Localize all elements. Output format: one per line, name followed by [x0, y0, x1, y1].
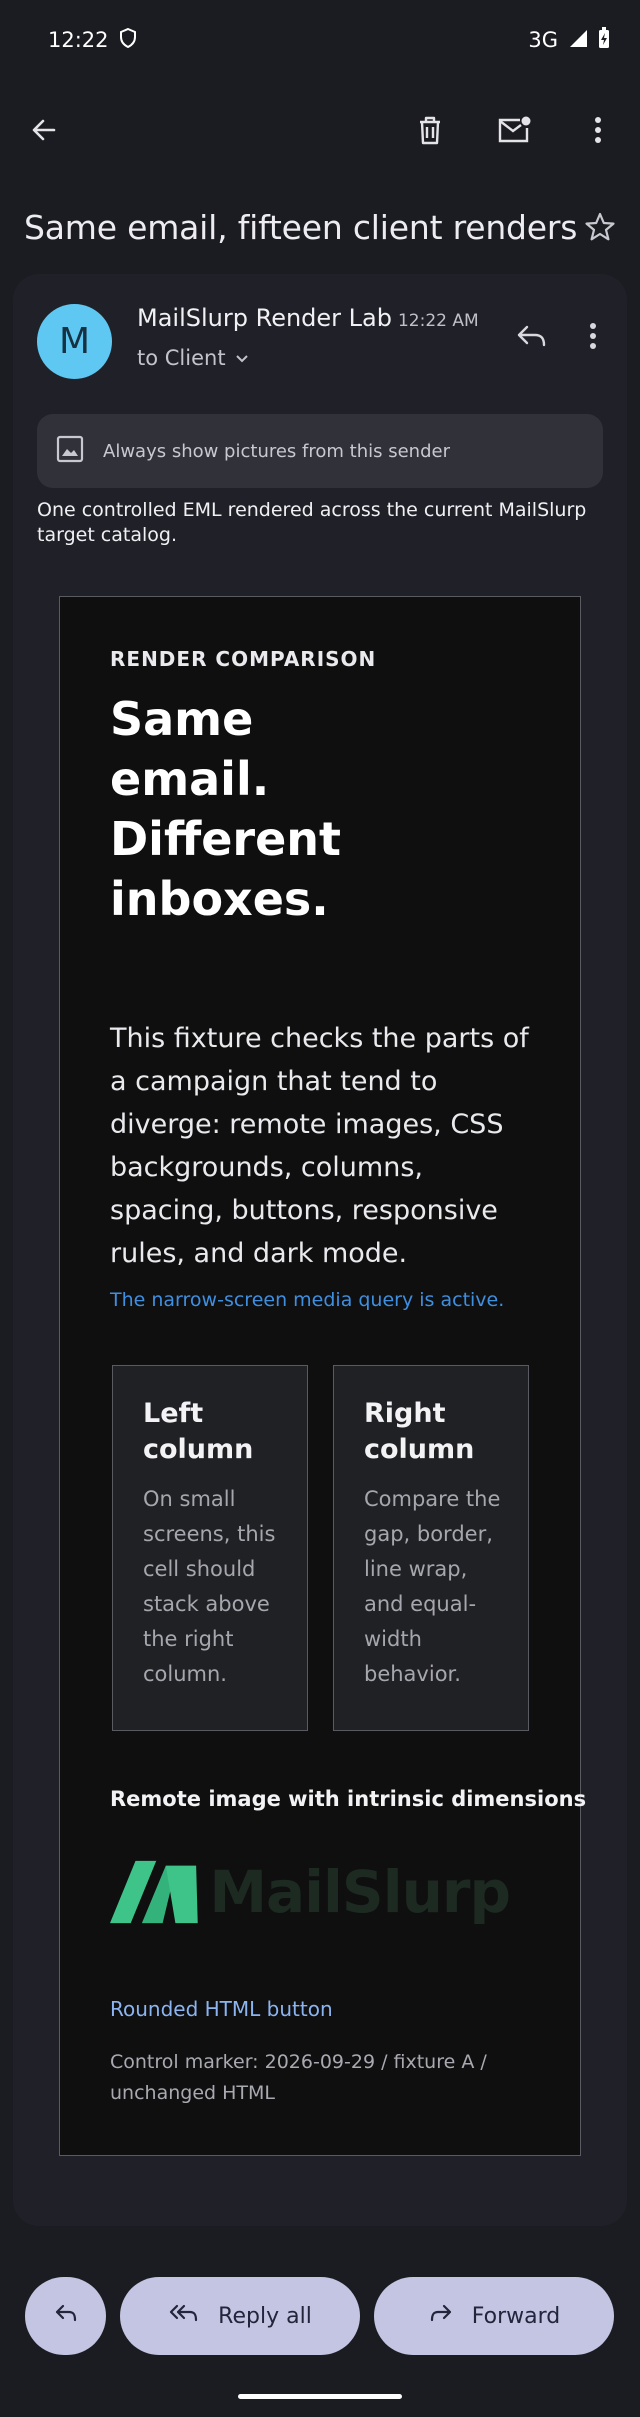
left-column-cell: Left column On small screens, this cell … — [112, 1365, 308, 1731]
email-headline: Same email. Different inboxes. — [110, 692, 342, 926]
eyebrow-label: RENDER COMPARISON — [110, 647, 377, 671]
status-left: 12:22 — [48, 27, 137, 53]
mailslurp-logo-mark — [110, 1860, 198, 1924]
status-time: 12:22 — [48, 28, 109, 52]
star-icon[interactable] — [577, 203, 622, 251]
back-arrow-icon[interactable] — [20, 106, 68, 154]
control-marker: Control marker: 2026-09-29 / fixture A /… — [110, 2051, 487, 2104]
subject-row: Same email, fifteen client renders — [0, 198, 640, 256]
left-column-text: On small screens, this cell should stack… — [143, 1487, 276, 1686]
right-column-cell: Right column Compare the gap, border, li… — [333, 1365, 529, 1731]
top-toolbar — [0, 88, 640, 172]
bottom-action-bar: Reply all Forward — [0, 2276, 640, 2356]
show-pictures-label: Always show pictures from this sender — [103, 440, 450, 462]
mark-unread-icon[interactable] — [490, 106, 538, 154]
toolbar-actions — [406, 106, 622, 154]
reply-icon[interactable] — [507, 312, 555, 360]
message-time: 12:22 AM — [397, 311, 479, 331]
media-query-note: The narrow-screen media query is active. — [110, 1289, 505, 1311]
trash-icon[interactable] — [406, 106, 454, 154]
more-vert-icon[interactable] — [574, 106, 622, 154]
mailslurp-logo: MailSlurp — [110, 1847, 511, 1937]
shield-icon — [119, 27, 137, 53]
email-html-body: RENDER COMPARISON Same email. Different … — [59, 596, 586, 2156]
reply-all-button[interactable]: Reply all — [120, 2277, 360, 2355]
signal-icon — [568, 28, 588, 53]
email-subject: Same email, fifteen client renders — [24, 207, 578, 247]
sender-name: MailSlurp Render Lab — [137, 304, 392, 332]
right-column-title: Right column — [364, 1398, 475, 1465]
remote-image-heading: Remote image with intrinsic dimensions — [110, 1787, 587, 1811]
reply-all-label: Reply all — [218, 2303, 312, 2329]
status-right: 3G — [528, 26, 610, 54]
forward-icon — [428, 2302, 454, 2330]
left-column-title: Left column — [143, 1398, 254, 1465]
right-column-text: Compare the gap, border, line wrap, and … — [364, 1487, 501, 1686]
preview-text: One controlled EML rendered across the c… — [37, 499, 587, 546]
image-icon — [55, 434, 85, 469]
reply-icon — [53, 2302, 79, 2330]
forward-label: Forward — [471, 2303, 561, 2329]
recipient-label: to Client — [137, 346, 226, 370]
avatar[interactable]: M — [37, 304, 112, 379]
status-bar: 12:22 3G — [0, 0, 640, 80]
recipient-details[interactable]: to Client — [137, 346, 250, 370]
battery-icon — [598, 26, 610, 54]
reply-all-icon — [168, 2302, 200, 2330]
sender-line[interactable]: MailSlurp Render Lab 12:22 AM — [137, 304, 479, 332]
gesture-navigation-bar[interactable] — [238, 2394, 402, 2399]
chevron-down-icon — [234, 346, 250, 370]
message-more-icon[interactable] — [569, 312, 617, 360]
message-card: M MailSlurp Render Lab 12:22 AM to Client… — [13, 274, 627, 2226]
network-type: 3G — [528, 28, 558, 52]
forward-button[interactable]: Forward — [374, 2277, 614, 2355]
rounded-html-button[interactable]: Rounded HTML button — [110, 1997, 333, 2021]
intro-paragraph: This fixture checks the parts of a campa… — [110, 1023, 529, 1269]
reply-button[interactable] — [25, 2277, 106, 2355]
logo-wordmark: MailSlurp — [209, 1858, 511, 1926]
show-pictures-banner[interactable]: Always show pictures from this sender — [37, 414, 603, 488]
